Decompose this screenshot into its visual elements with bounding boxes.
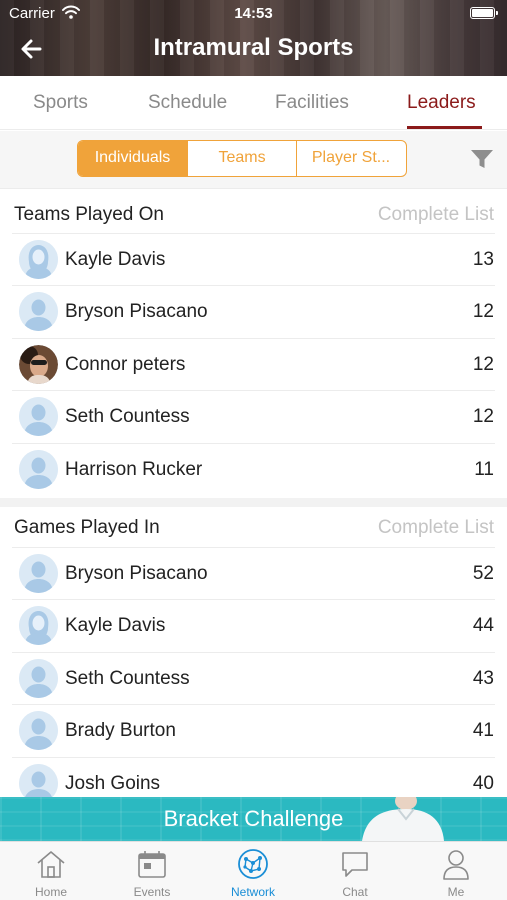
bottom-nav: Home Events Network Chat Me bbox=[0, 841, 507, 900]
list-item[interactable]: Connor peters 12 bbox=[12, 338, 495, 390]
nav-home[interactable]: Home bbox=[11, 846, 91, 900]
list-item[interactable]: Harrison Rucker 11 bbox=[12, 443, 495, 495]
avatar-photo bbox=[19, 345, 58, 384]
avatar bbox=[19, 606, 58, 645]
stat-value: 41 bbox=[472, 720, 494, 741]
nav-label: Home bbox=[34, 885, 67, 899]
stat-value: 43 bbox=[472, 668, 494, 689]
avatar bbox=[19, 397, 58, 436]
nav-label: Events bbox=[133, 885, 171, 899]
clock: 14:53 bbox=[234, 5, 273, 22]
avatar bbox=[19, 764, 58, 797]
network-icon bbox=[238, 849, 268, 879]
stat-value: 44 bbox=[472, 615, 494, 636]
player-name: Brady Burton bbox=[65, 720, 176, 741]
player-name: Kayle Davis bbox=[65, 249, 166, 270]
home-icon bbox=[37, 851, 65, 878]
stat-value: 11 bbox=[474, 459, 494, 480]
player-name: Connor peters bbox=[65, 354, 186, 375]
complete-list-link[interactable]: Complete List bbox=[378, 517, 494, 539]
player-name: Josh Goins bbox=[65, 773, 161, 794]
player-name: Bryson Pisacano bbox=[65, 301, 208, 322]
banner-label: Bracket Challenge bbox=[163, 806, 344, 831]
segment-bar: Individuals Teams Player St... bbox=[0, 131, 507, 189]
tab-bar: Sports Schedule Facilities Leaders bbox=[0, 76, 507, 130]
list-item[interactable]: Bryson Pisacano 12 bbox=[12, 285, 495, 337]
tab-sports[interactable]: Sports bbox=[33, 92, 88, 114]
chat-icon bbox=[342, 852, 368, 877]
section-header-games-played-in: Games Played In Complete List bbox=[0, 507, 507, 545]
section-title: Games Played In bbox=[14, 517, 160, 538]
stat-value: 12 bbox=[472, 354, 494, 375]
stat-value: 52 bbox=[472, 563, 494, 584]
list-item[interactable]: Kayle Davis 13 bbox=[12, 233, 495, 285]
list-item[interactable]: Josh Goins 40 bbox=[12, 757, 495, 797]
list-item[interactable]: Brady Burton 41 bbox=[12, 704, 495, 756]
battery-icon bbox=[470, 7, 498, 19]
nav-label: Me bbox=[447, 885, 465, 899]
tab-schedule[interactable]: Schedule bbox=[148, 92, 227, 114]
section-divider bbox=[0, 498, 507, 507]
nav-chat[interactable]: Chat bbox=[315, 846, 395, 900]
stat-value: 12 bbox=[472, 301, 494, 322]
calendar-icon bbox=[138, 851, 166, 878]
filter-icon[interactable] bbox=[470, 148, 494, 170]
player-name: Bryson Pisacano bbox=[65, 563, 208, 584]
nav-me[interactable]: Me bbox=[416, 846, 496, 900]
header: Carrier 14:53 Intramural Sports bbox=[0, 0, 507, 76]
complete-list-link[interactable]: Complete List bbox=[378, 204, 494, 226]
nav-label: Chat bbox=[342, 885, 368, 899]
status-bar: Carrier 14:53 bbox=[0, 0, 507, 26]
person-icon bbox=[443, 850, 469, 880]
segment-teams[interactable]: Teams bbox=[188, 141, 297, 176]
nav-events[interactable]: Events bbox=[112, 846, 192, 900]
section-title: Teams Played On bbox=[14, 204, 164, 225]
segmented-control: Individuals Teams Player St... bbox=[77, 140, 407, 177]
page-title: Intramural Sports bbox=[153, 34, 354, 61]
player-name: Kayle Davis bbox=[65, 615, 166, 636]
active-tab-indicator bbox=[407, 126, 482, 129]
player-name: Seth Countess bbox=[65, 668, 190, 689]
avatar bbox=[19, 711, 58, 750]
segment-individuals[interactable]: Individuals bbox=[78, 141, 188, 176]
tab-facilities[interactable]: Facilities bbox=[275, 92, 349, 114]
bracket-challenge-banner[interactable]: Bracket Challenge bbox=[0, 797, 507, 841]
player-name: Seth Countess bbox=[65, 406, 190, 427]
avatar bbox=[19, 554, 58, 593]
section-header-teams-played-on: Teams Played On Complete List bbox=[0, 194, 507, 232]
stat-value: 12 bbox=[472, 406, 494, 427]
nav-label: Network bbox=[230, 885, 275, 899]
list-item[interactable]: Seth Countess 43 bbox=[12, 652, 495, 704]
avatar bbox=[19, 292, 58, 331]
nav-network[interactable]: Network bbox=[213, 846, 293, 900]
stat-value: 40 bbox=[472, 773, 494, 794]
stat-value: 13 bbox=[472, 249, 494, 270]
avatar bbox=[19, 659, 58, 698]
player-name: Harrison Rucker bbox=[65, 459, 203, 480]
tab-leaders[interactable]: Leaders bbox=[407, 92, 476, 114]
list-item[interactable]: Seth Countess 12 bbox=[12, 390, 495, 442]
list-item[interactable]: Kayle Davis 44 bbox=[12, 599, 495, 651]
segment-player-stats[interactable]: Player St... bbox=[297, 141, 405, 176]
avatar bbox=[19, 450, 58, 489]
list-item[interactable]: Bryson Pisacano 52 bbox=[12, 547, 495, 599]
avatar bbox=[19, 240, 58, 279]
